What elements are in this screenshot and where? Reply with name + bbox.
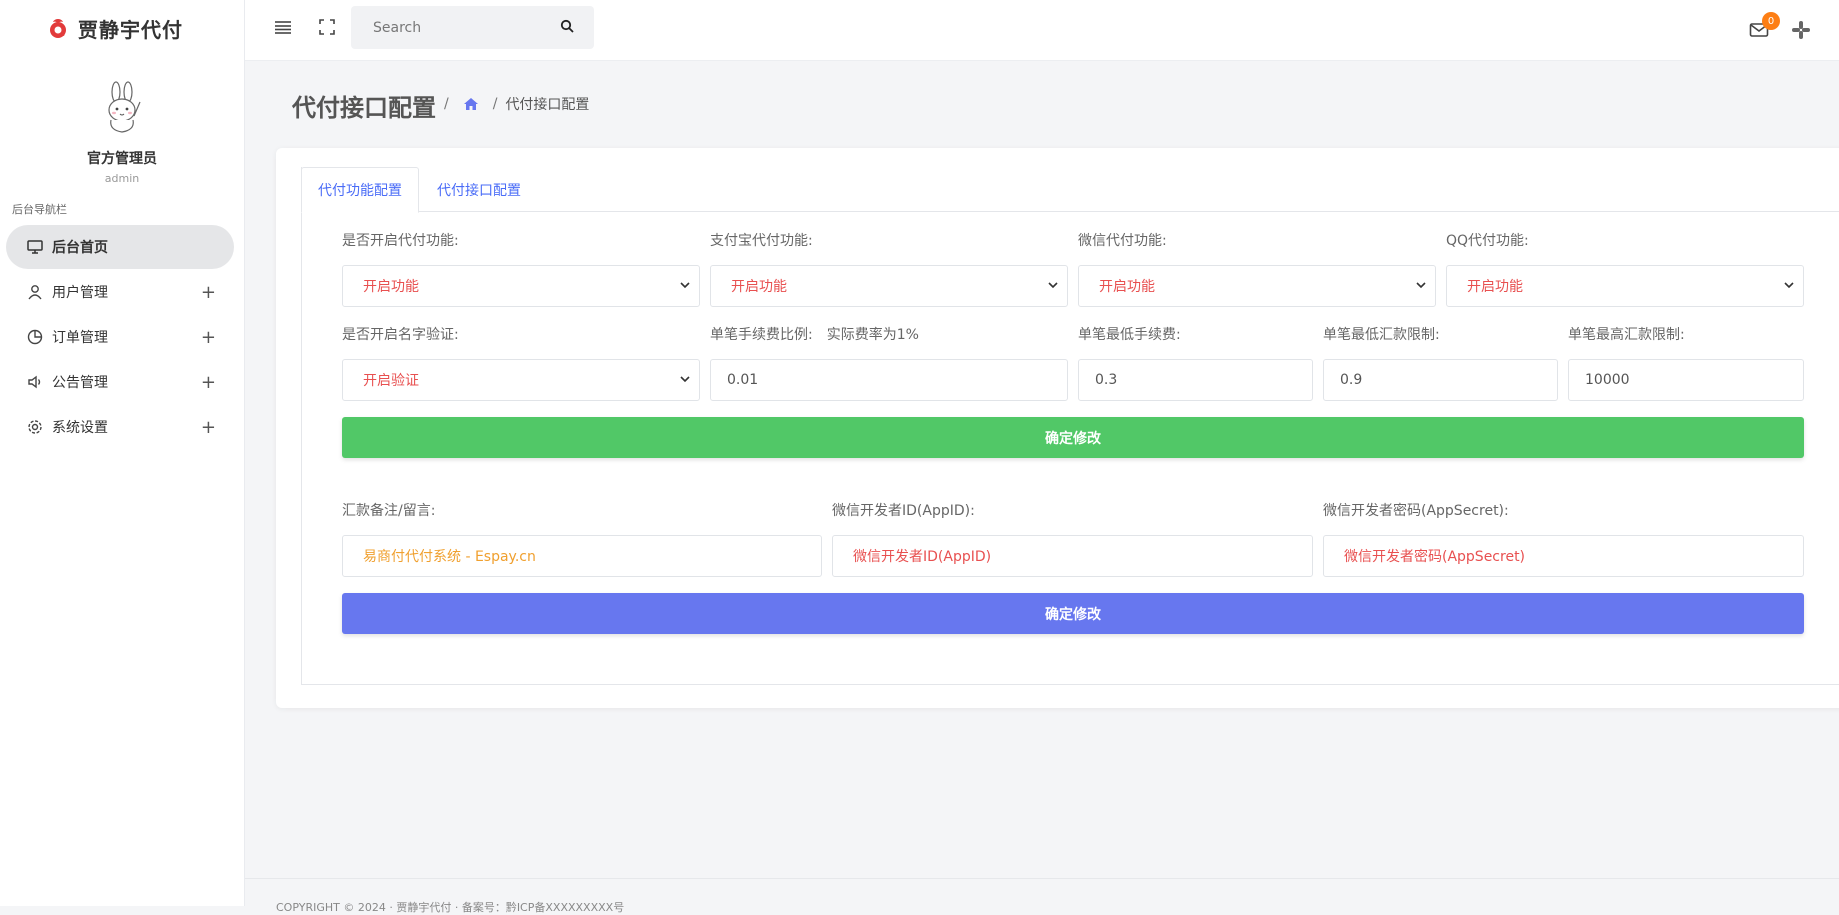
fee-ratio-label-text: 单笔手续费比例: [710,327,813,343]
home-icon[interactable] [463,97,479,111]
chevron-down-icon [680,376,690,383]
name-verify-label: 是否开启名字验证: [342,327,459,343]
footer: COPYRIGHT © 2024 · 贾静宇代付 · 备案号：黔ICP备XXXX… [245,878,1839,914]
sidebar-item-label: 用户管理 [52,285,108,301]
monitor-icon [26,238,44,256]
user-profile: 官方管理员 admin [0,56,244,185]
payout-enable-label: 是否开启代付功能: [342,233,459,249]
chevron-down-icon [1784,282,1794,289]
alipay-payout-label: 支付宝代付功能: [710,233,813,249]
brand-logo-icon [50,19,66,38]
search-icon[interactable] [560,18,574,37]
max-limit-input[interactable]: 10000 [1568,359,1804,401]
min-limit-label: 单笔最低汇款限制: [1323,327,1440,343]
sidebar-item-label: 后台首页 [52,240,108,256]
speaker-icon [26,373,44,391]
notification-badge: 0 [1762,12,1780,30]
qq-payout-label: QQ代付功能: [1446,233,1529,249]
breadcrumb-current: 代付接口配置 [505,97,590,113]
user-icon [26,283,44,301]
fullscreen-icon[interactable] [316,16,338,38]
tab-bar: 代付功能配置 代付接口配置 [301,167,1839,213]
chevron-down-icon [1048,282,1058,289]
sidebar-nav: 后台首页 用户管理 + 订单管理 + 公告管理 + 系统设置 + [0,225,244,449]
sidebar-item-label: 系统设置 [52,420,108,436]
search-input[interactable] [371,18,560,37]
wechat-payout-label: 微信代付功能: [1078,233,1167,249]
remark-input[interactable]: 易商付代付系统 - Espay.cn [342,535,822,577]
plus-icon[interactable]: + [201,372,216,393]
sidebar-item-users[interactable]: 用户管理 + [6,270,234,314]
tab-payout-interface[interactable]: 代付接口配置 [419,167,539,213]
select-value: 开启验证 [363,373,419,389]
name-verify-select[interactable]: 开启验证 [342,359,700,401]
min-limit-input[interactable]: 0.9 [1323,359,1558,401]
search-bar [351,6,594,49]
submit-wechat-config-button[interactable]: 确定修改 [342,593,1804,634]
pie-chart-icon [26,328,44,346]
topbar: 0 [245,0,1839,61]
qq-payout-select[interactable]: 开启功能 [1446,265,1804,307]
wechat-secret-label: 微信开发者密码(AppSecret): [1323,503,1509,519]
select-value: 开启功能 [1099,279,1155,295]
footer-copyright: COPYRIGHT © 2024 · 贾静宇代付 · 备案号：黔ICP备XXXX… [276,901,625,914]
wechat-appid-label: 微信开发者ID(AppID): [832,503,975,519]
tab-container: 代付功能配置 代付接口配置 是否开启代付功能: 支付宝代付功能: 微信代付功能:… [301,167,1839,685]
breadcrumb: / / 代付接口配置 [444,94,589,114]
plus-icon[interactable]: + [201,282,216,303]
select-value: 开启功能 [363,279,419,295]
sidebar: 贾静宇代付 官方管理员 admin 后台导航栏 后台首页 用户管理 + 订单管理… [0,0,245,906]
chevron-down-icon [1416,282,1426,289]
fee-ratio-input[interactable]: 0.01 [710,359,1068,401]
tab-payout-function[interactable]: 代付功能配置 [301,167,419,213]
sidebar-item-label: 公告管理 [52,375,108,391]
payout-enable-select[interactable]: 开启功能 [342,265,700,307]
fee-ratio-label: 单笔手续费比例: 实际费率为1% [710,324,919,344]
wechat-secret-input[interactable]: 微信开发者密码(AppSecret) [1323,535,1804,577]
fee-ratio-note: 实际费率为1% [826,327,919,343]
max-limit-label: 单笔最高汇款限制: [1568,327,1685,343]
chevron-down-icon [680,282,690,289]
sidebar-item-dashboard[interactable]: 后台首页 [6,225,234,269]
alipay-payout-select[interactable]: 开启功能 [710,265,1068,307]
select-value: 开启功能 [731,279,787,295]
sidebar-item-notices[interactable]: 公告管理 + [6,360,234,404]
plus-icon[interactable]: + [201,327,216,348]
page-title: 代付接口配置 [292,94,436,122]
select-value: 开启功能 [1467,279,1523,295]
remark-label: 汇款备注/留言: [342,503,436,519]
gear-icon [26,418,44,436]
breadcrumb-separator: / [444,96,449,112]
config-card: 代付功能配置 代付接口配置 是否开启代付功能: 支付宝代付功能: 微信代付功能:… [276,148,1839,708]
sidebar-item-settings[interactable]: 系统设置 + [6,405,234,449]
profile-role: admin [104,172,140,185]
min-fee-input[interactable]: 0.3 [1078,359,1313,401]
apps-icon[interactable] [1790,19,1812,41]
mail-icon[interactable]: 0 [1748,12,1780,41]
wechat-payout-select[interactable]: 开启功能 [1078,265,1436,307]
submit-payout-config-button[interactable]: 确定修改 [342,417,1804,458]
brand-name: 贾静宇代付 [78,17,183,42]
min-fee-label: 单笔最低手续费: [1078,327,1181,343]
avatar[interactable] [94,80,150,136]
sidebar-item-orders[interactable]: 订单管理 + [6,315,234,359]
plus-icon[interactable]: + [201,417,216,438]
sidebar-item-label: 订单管理 [52,330,108,346]
wechat-appid-input[interactable]: 微信开发者ID(AppID) [832,535,1313,577]
menu-toggle-icon[interactable] [272,16,294,38]
profile-name: 官方管理员 [87,151,157,167]
brand[interactable]: 贾静宇代付 [0,0,244,56]
breadcrumb-separator: / [492,96,498,112]
nav-caption: 后台导航栏 [12,203,67,216]
